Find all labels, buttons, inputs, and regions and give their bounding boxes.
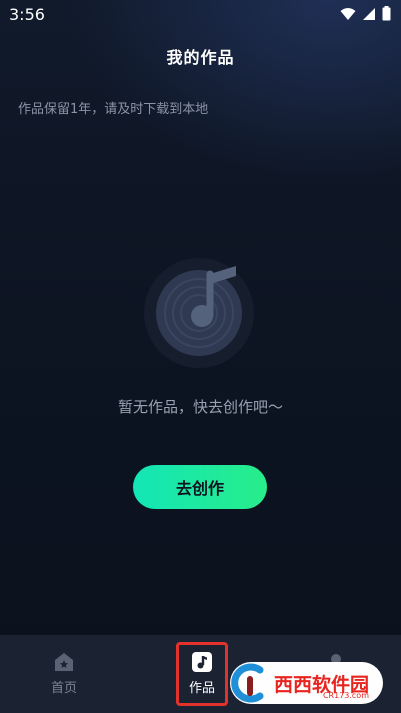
home-icon [55, 653, 73, 671]
status-icons [340, 6, 391, 21]
wifi-icon [340, 7, 356, 20]
create-button[interactable]: 去创作 [133, 465, 267, 509]
watermark-logo [231, 663, 264, 703]
status-time: 3:56 [9, 5, 45, 24]
tab-home-label: 首页 [50, 681, 77, 696]
retention-notice: 作品保留1年，请及时下载到本地 [18, 102, 209, 117]
music-disc-icon [144, 258, 254, 368]
watermark-domain: CR173.com [322, 691, 369, 700]
battery-icon [382, 6, 391, 21]
status-bar: 3:56 [0, 0, 401, 28]
watermark: 西西软件园 CR173.com [230, 662, 383, 704]
annotation-highlight [176, 642, 228, 706]
tab-home[interactable]: 首页 [40, 635, 88, 713]
page-title: 我的作品 [166, 48, 235, 67]
empty-state-message: 暂无作品，快去创作吧～ [117, 398, 283, 416]
signal-icon [363, 7, 375, 20]
